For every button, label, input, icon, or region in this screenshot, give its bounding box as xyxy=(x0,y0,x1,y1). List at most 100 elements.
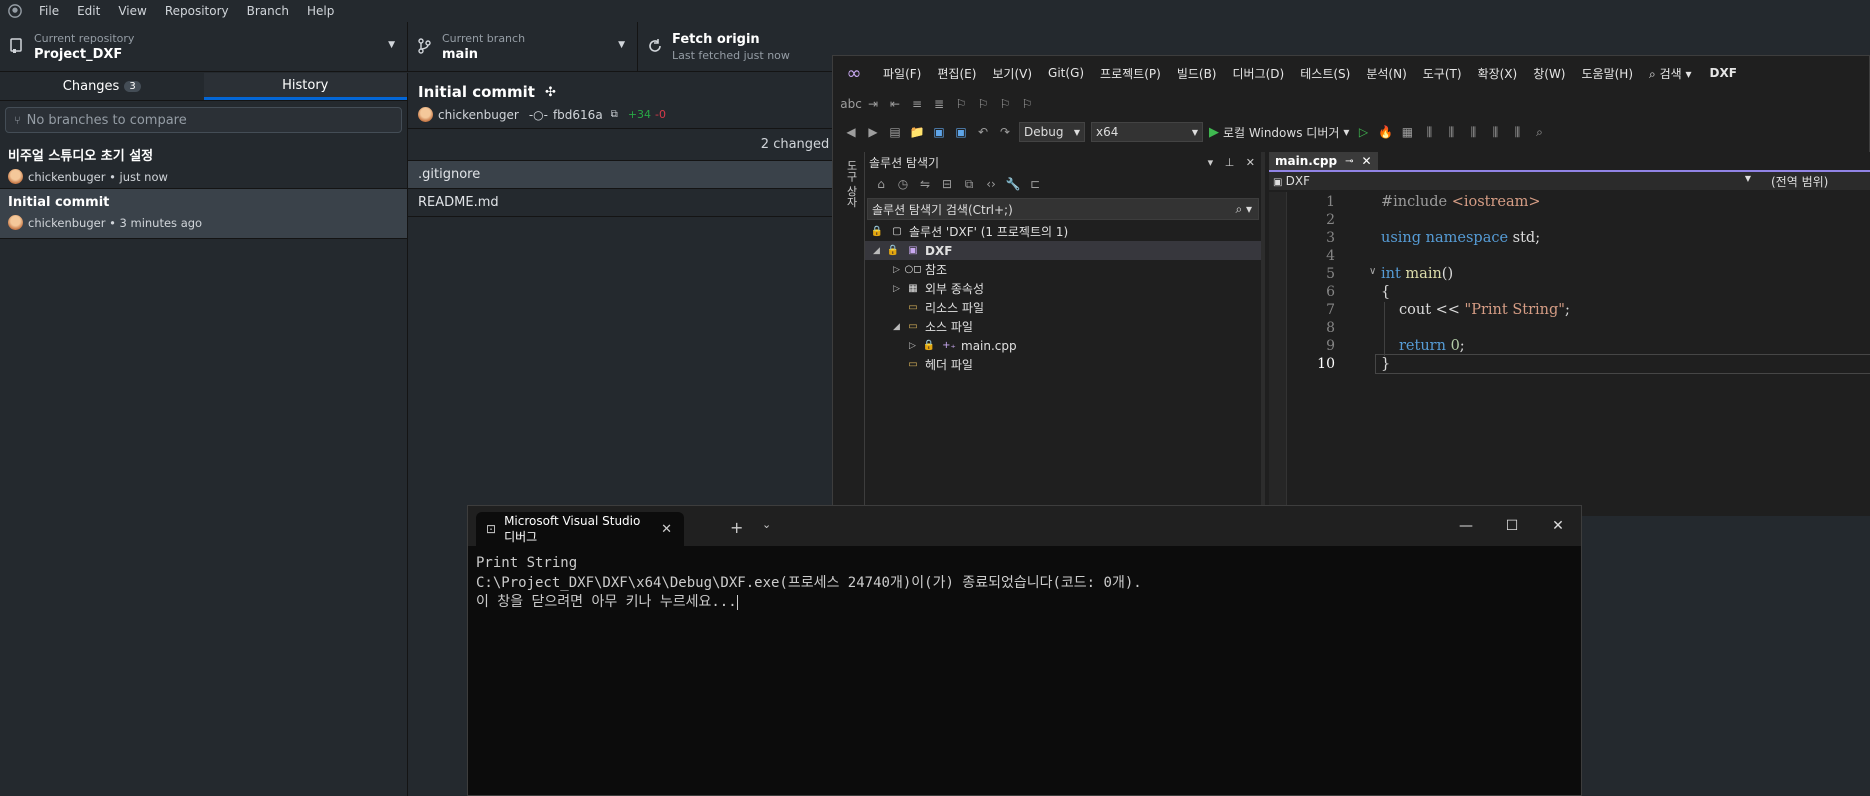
pin-icon[interactable]: ⊥ xyxy=(1225,156,1235,169)
vs-menu-item[interactable]: 테스트(S) xyxy=(1292,65,1358,82)
console-tab[interactable]: ⊡ Microsoft Visual Studio 디버그 ✕ xyxy=(476,512,684,546)
vs-menu-item[interactable]: 확장(X) xyxy=(1470,65,1526,82)
vs-menu-item[interactable]: 파일(F) xyxy=(875,65,929,82)
bookmark-prev-icon[interactable]: ⚐ xyxy=(975,96,991,112)
align-icon[interactable]: ⫼ xyxy=(1465,124,1481,140)
minimize-icon[interactable]: — xyxy=(1443,506,1489,546)
menu-help[interactable]: Help xyxy=(298,4,343,18)
new-item-icon[interactable]: ▤ xyxy=(887,124,903,140)
menu-branch[interactable]: Branch xyxy=(238,4,298,18)
layout-icon[interactable]: ▦ xyxy=(1399,124,1415,140)
tree-node-solution[interactable]: 🔒 ▢ 솔루션 'DXF' (1 프로젝트의 1) xyxy=(865,222,1261,241)
align-icon[interactable]: ⫼ xyxy=(1421,124,1437,140)
close-icon[interactable]: ✕ xyxy=(1362,154,1372,168)
tree-node-external-deps[interactable]: ▷ ▦ 외부 종속성 xyxy=(865,279,1261,298)
tree-node-header-files[interactable]: ▭ 헤더 파일 xyxy=(865,355,1261,374)
file-list-item[interactable]: README.md xyxy=(408,189,870,217)
forward-icon[interactable]: ▶ xyxy=(865,124,881,140)
align-icon[interactable]: ⫼ xyxy=(1487,124,1503,140)
save-all-icon[interactable]: ▣ xyxy=(953,124,969,140)
current-branch-button[interactable]: Current branch main ▼ xyxy=(408,22,638,72)
close-icon[interactable]: ✕ xyxy=(1535,506,1581,546)
back-icon[interactable]: ◀ xyxy=(843,124,859,140)
tree-node-source-files[interactable]: ◢ ▭ 소스 파일 xyxy=(865,317,1261,336)
configuration-select[interactable]: Debug ▼ xyxy=(1019,122,1085,142)
undo-icon[interactable]: ↶ xyxy=(975,124,991,140)
vs-menu-item[interactable]: 빌드(B) xyxy=(1169,65,1225,82)
tab-history[interactable]: History xyxy=(203,73,407,100)
search-icon: ⌕ xyxy=(1649,66,1660,81)
copy-icon[interactable]: ⧉ xyxy=(611,109,618,120)
history-icon[interactable]: ◷ xyxy=(895,176,911,192)
menu-edit[interactable]: Edit xyxy=(68,4,109,18)
console-output[interactable]: Print String C:\Project_DXF\DXF\x64\Debug… xyxy=(476,554,1142,613)
maximize-icon[interactable]: ☐ xyxy=(1489,506,1535,546)
start-without-debugging-icon[interactable]: ▷ xyxy=(1355,124,1371,140)
properties-icon[interactable]: 🔧 xyxy=(1005,176,1021,192)
vs-menu-item[interactable]: 보기(V) xyxy=(984,65,1040,82)
save-icon[interactable]: ▣ xyxy=(931,124,947,140)
align-icon[interactable]: ⫼ xyxy=(1443,124,1459,140)
format-icon[interactable]: ⇤ xyxy=(887,96,903,112)
tab-changes[interactable]: Changes 3 xyxy=(0,73,204,100)
tree-node-resource-files[interactable]: ▭ 리소스 파일 xyxy=(865,298,1261,317)
dropdown-icon[interactable]: ▾ xyxy=(1208,156,1214,169)
vs-menu-item[interactable]: 디버그(D) xyxy=(1225,65,1293,82)
align-icon[interactable]: ⫼ xyxy=(1509,124,1525,140)
collapse-toggle-icon[interactable]: ∨ xyxy=(1369,266,1376,277)
platform-select[interactable]: x64 ▼ xyxy=(1091,122,1203,142)
commit-list-item[interactable]: Initial commit chickenbuger • 3 minutes … xyxy=(0,189,407,239)
new-tab-icon[interactable]: + xyxy=(730,518,743,537)
format-icon[interactable]: ⇥ xyxy=(865,96,881,112)
vs-menu-item[interactable]: 창(W) xyxy=(1525,65,1573,82)
editor-tab-main-cpp[interactable]: main.cpp ⊸ ✕ xyxy=(1269,152,1378,170)
bookmark-next-icon[interactable]: ⚐ xyxy=(997,96,1013,112)
global-scope-select[interactable]: (전역 범위) xyxy=(1759,173,1828,190)
preview-icon[interactable]: ⊏ xyxy=(1027,176,1043,192)
home-icon[interactable]: ⌂ xyxy=(873,176,889,192)
global-scope-value: (전역 범위) xyxy=(1771,174,1829,189)
vs-menu-item[interactable]: 분석(N) xyxy=(1358,65,1414,82)
vs-menu-item[interactable]: 도구(T) xyxy=(1415,65,1470,82)
bookmark-clear-icon[interactable]: ⚐ xyxy=(1019,96,1035,112)
solution-explorer-search[interactable]: 솔루션 탐색기 검색(Ctrl+;) ⌕ ▾ xyxy=(867,198,1259,220)
project-scope-select[interactable]: ▣ DXF ▼ xyxy=(1269,174,1759,188)
avatar xyxy=(8,169,23,184)
close-icon[interactable]: ✕ xyxy=(661,522,672,537)
line-number: 7 xyxy=(1326,302,1335,318)
redo-icon[interactable]: ↷ xyxy=(997,124,1013,140)
spellcheck-icon[interactable]: abc xyxy=(840,96,862,112)
chevron-down-icon[interactable]: ⌄ xyxy=(762,518,771,531)
bookmark-icon[interactable]: ⚐ xyxy=(953,96,969,112)
show-all-icon[interactable]: ⧉ xyxy=(961,176,977,192)
close-icon[interactable]: ✕ xyxy=(1246,156,1255,169)
vs-menu-item[interactable]: 편집(E) xyxy=(929,65,984,82)
zoom-icon[interactable]: ⌕ xyxy=(1531,124,1547,140)
expand-icon[interactable]: ✣ xyxy=(545,85,556,100)
toolbox-side-tab[interactable]: 도구 상자 xyxy=(833,152,865,516)
sync-icon[interactable]: ⇋ xyxy=(917,176,933,192)
run-debugger-button[interactable]: ▶ 로컬 Windows 디버거 ▾ xyxy=(1209,124,1349,141)
current-line-highlight xyxy=(1375,354,1870,374)
comment-icon[interactable]: ≡ xyxy=(909,96,925,112)
vs-menu-item[interactable]: 도움말(H) xyxy=(1574,65,1642,82)
branch-compare-input[interactable]: ⑂ No branches to compare xyxy=(5,107,402,133)
vs-search-button[interactable]: ⌕ 검색 ▾ xyxy=(1641,65,1699,82)
tree-node-project[interactable]: ◢ 🔒 ▣ DXF xyxy=(865,241,1261,260)
tree-node-references[interactable]: ▷ ○◻ 참조 xyxy=(865,260,1261,279)
file-list-item[interactable]: .gitignore xyxy=(408,161,870,189)
current-repository-button[interactable]: Current repository Project_DXF ▼ xyxy=(0,22,408,72)
menu-file[interactable]: File xyxy=(30,4,68,18)
hot-reload-icon[interactable]: 🔥 xyxy=(1377,124,1393,140)
pin-icon[interactable]: ⊸ xyxy=(1345,156,1353,167)
vs-menu-item[interactable]: 프로젝트(P) xyxy=(1092,65,1169,82)
open-icon[interactable]: 📁 xyxy=(909,124,925,140)
vs-menu-item[interactable]: Git(G) xyxy=(1040,66,1092,80)
tree-node-main-cpp[interactable]: ▷ 🔒 +₊ main.cpp xyxy=(865,336,1261,355)
menu-view[interactable]: View xyxy=(109,4,155,18)
menu-repository[interactable]: Repository xyxy=(156,4,238,18)
commit-list-item[interactable]: 비주얼 스튜디오 초기 설정 chickenbuger • just now xyxy=(0,139,407,189)
uncomment-icon[interactable]: ≣ xyxy=(931,96,947,112)
code-icon[interactable]: ‹› xyxy=(983,176,999,192)
collapse-icon[interactable]: ⊟ xyxy=(939,176,955,192)
